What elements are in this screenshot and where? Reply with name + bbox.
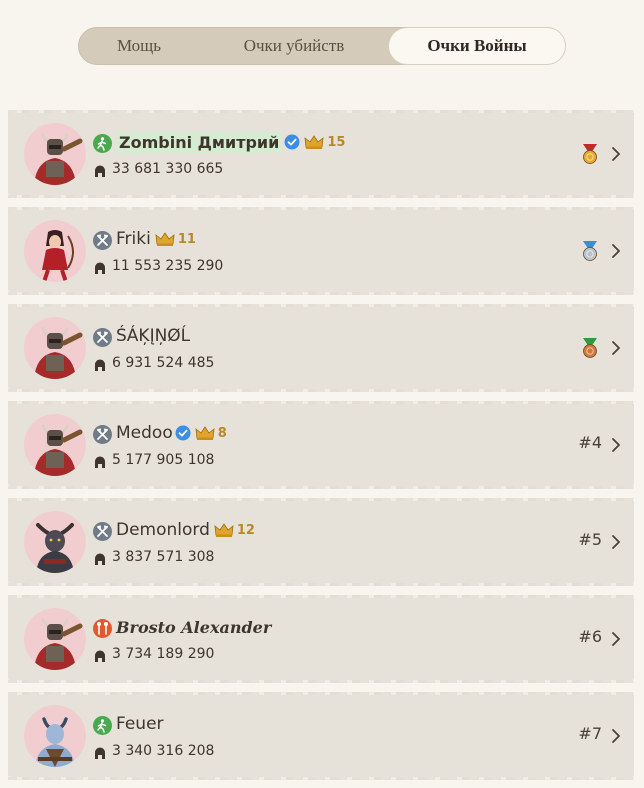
rank-number: #5 [578, 530, 602, 549]
player-name: Demonlord [116, 520, 210, 540]
player-name-group: Brosto Alexander [116, 615, 271, 639]
helmet-icon [94, 649, 106, 663]
helmet-icon [94, 455, 106, 469]
leaderboard-row[interactable]: Zombini Дмитрий 15 33 681 330 665 [8, 110, 634, 198]
tab-war-points[interactable]: Очки Войны [389, 28, 565, 64]
player-name-group: Feuer [116, 712, 164, 736]
leaderboard-row[interactable]: Medoo 8 5 177 905 108 #4 [8, 401, 634, 489]
chevron-right-icon[interactable] [610, 243, 622, 259]
chevron-right-icon[interactable] [610, 631, 622, 647]
rank-number: #7 [578, 724, 602, 743]
chevron-right-icon[interactable] [610, 534, 622, 550]
player-name: Zombini Дмитрий [116, 131, 283, 153]
crown-level: 12 [236, 522, 255, 538]
player-name: Medoo [116, 423, 173, 443]
gold-medal-icon [579, 143, 601, 165]
warrior-axes-icon [93, 425, 112, 444]
archer-icon [93, 134, 112, 153]
verified-badge-icon [175, 425, 191, 441]
player-power: 6 931 524 485 [112, 355, 215, 371]
horned-warrior-avatar [24, 608, 86, 670]
helmet-icon [94, 552, 106, 566]
archer-icon [93, 716, 112, 735]
player-power: 11 553 235 290 [112, 258, 224, 274]
helmet-icon [94, 358, 106, 372]
helmet-icon [94, 261, 106, 275]
leaderboard-tabs: Мощь Очки убийств Очки Войны [78, 27, 565, 65]
player-power: 3 734 189 290 [112, 646, 215, 662]
player-power: 3 340 316 208 [112, 743, 215, 759]
player-name-group: ŚÁĶĮŅØĹ [116, 324, 190, 348]
player-name: Brosto Alexander [116, 617, 272, 637]
rank-number: #6 [578, 627, 602, 646]
player-power: 33 681 330 665 [112, 161, 224, 177]
verified-badge-icon [284, 134, 300, 150]
crown-level: 11 [177, 231, 196, 247]
horned-warrior-avatar [24, 317, 86, 379]
player-name: Friki [116, 229, 151, 249]
chevron-right-icon[interactable] [610, 437, 622, 453]
red-dress-archer-avatar [24, 220, 86, 282]
leaderboard-row[interactable]: Feuer 3 340 316 208 #7 [8, 692, 634, 780]
silver-medal-icon [579, 240, 601, 262]
warrior-axes-icon [93, 522, 112, 541]
crown-icon [304, 134, 324, 150]
leaderboard-row[interactable]: Friki 11 11 553 235 290 [8, 207, 634, 295]
crown-icon [214, 522, 234, 538]
crown-icon [155, 231, 175, 247]
warrior-axes-icon [93, 231, 112, 250]
rank-number: #4 [578, 433, 602, 452]
helmet-icon [94, 746, 106, 760]
crown-level: 8 [217, 425, 227, 441]
chevron-right-icon[interactable] [610, 146, 622, 162]
player-power: 3 837 571 308 [112, 549, 215, 565]
leaderboard-row[interactable]: ŚÁĶĮŅØĹ 6 931 524 485 [8, 304, 634, 392]
horned-warrior-avatar [24, 414, 86, 476]
player-power: 5 177 905 108 [112, 452, 215, 468]
blue-demon-avatar [24, 705, 86, 767]
player-name: Feuer [116, 714, 164, 734]
player-name-group: Medoo 8 [116, 421, 227, 445]
warrior-axes-icon [93, 328, 112, 347]
tab-kill-points[interactable]: Очки убийств [199, 28, 389, 64]
mage-staff-icon [93, 619, 112, 638]
player-name-group: Friki 11 [116, 227, 196, 251]
crown-level: 15 [327, 134, 346, 150]
tab-power[interactable]: Мощь [79, 28, 199, 64]
crown-icon [195, 425, 215, 441]
player-name: ŚÁĶĮŅØĹ [116, 326, 191, 346]
leaderboard-row[interactable]: Brosto Alexander 3 734 189 290 #6 [8, 595, 634, 683]
leaderboard-row[interactable]: Demonlord 12 3 837 571 308 #5 [8, 498, 634, 586]
bronze-medal-icon [579, 337, 601, 359]
helmet-icon [94, 164, 106, 178]
dark-minotaur-avatar [24, 511, 86, 573]
player-name-group: Zombini Дмитрий 15 [116, 130, 345, 154]
horned-warrior-avatar [24, 123, 86, 185]
player-name-group: Demonlord 12 [116, 518, 255, 542]
chevron-right-icon[interactable] [610, 340, 622, 356]
chevron-right-icon[interactable] [610, 728, 622, 744]
